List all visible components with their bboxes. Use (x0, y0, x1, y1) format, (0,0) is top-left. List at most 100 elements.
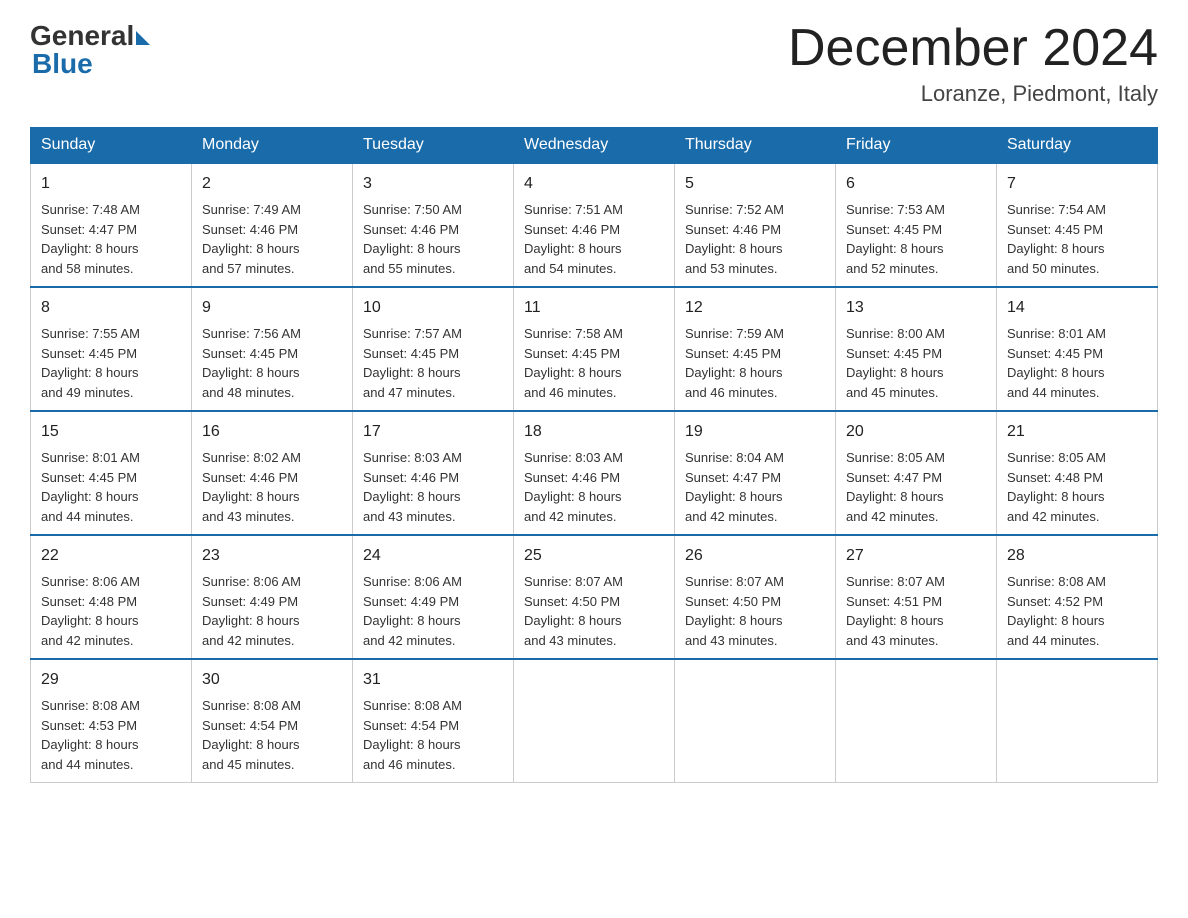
day-number: 28 (1007, 544, 1147, 568)
col-tuesday: Tuesday (353, 128, 514, 164)
day-number: 16 (202, 420, 342, 444)
col-monday: Monday (192, 128, 353, 164)
logo: General Blue (30, 20, 150, 80)
col-thursday: Thursday (675, 128, 836, 164)
day-info: Sunrise: 7:57 AM Sunset: 4:45 PM Dayligh… (363, 324, 503, 402)
day-number: 22 (41, 544, 181, 568)
day-info: Sunrise: 8:07 AM Sunset: 4:51 PM Dayligh… (846, 572, 986, 650)
day-info: Sunrise: 7:52 AM Sunset: 4:46 PM Dayligh… (685, 200, 825, 278)
table-row: 16 Sunrise: 8:02 AM Sunset: 4:46 PM Dayl… (192, 411, 353, 535)
table-row: 26 Sunrise: 8:07 AM Sunset: 4:50 PM Dayl… (675, 535, 836, 659)
table-row: 30 Sunrise: 8:08 AM Sunset: 4:54 PM Dayl… (192, 659, 353, 783)
day-info: Sunrise: 7:48 AM Sunset: 4:47 PM Dayligh… (41, 200, 181, 278)
calendar-week-row: 8 Sunrise: 7:55 AM Sunset: 4:45 PM Dayli… (31, 287, 1158, 411)
day-info: Sunrise: 7:54 AM Sunset: 4:45 PM Dayligh… (1007, 200, 1147, 278)
day-number: 15 (41, 420, 181, 444)
day-info: Sunrise: 8:08 AM Sunset: 4:54 PM Dayligh… (202, 696, 342, 774)
day-info: Sunrise: 8:04 AM Sunset: 4:47 PM Dayligh… (685, 448, 825, 526)
calendar-week-row: 15 Sunrise: 8:01 AM Sunset: 4:45 PM Dayl… (31, 411, 1158, 535)
table-row: 22 Sunrise: 8:06 AM Sunset: 4:48 PM Dayl… (31, 535, 192, 659)
day-info: Sunrise: 8:03 AM Sunset: 4:46 PM Dayligh… (524, 448, 664, 526)
day-number: 21 (1007, 420, 1147, 444)
day-number: 5 (685, 172, 825, 196)
day-info: Sunrise: 7:55 AM Sunset: 4:45 PM Dayligh… (41, 324, 181, 402)
table-row: 17 Sunrise: 8:03 AM Sunset: 4:46 PM Dayl… (353, 411, 514, 535)
table-row: 8 Sunrise: 7:55 AM Sunset: 4:45 PM Dayli… (31, 287, 192, 411)
day-number: 19 (685, 420, 825, 444)
table-row: 20 Sunrise: 8:05 AM Sunset: 4:47 PM Dayl… (836, 411, 997, 535)
table-row: 25 Sunrise: 8:07 AM Sunset: 4:50 PM Dayl… (514, 535, 675, 659)
day-number: 11 (524, 296, 664, 320)
day-number: 12 (685, 296, 825, 320)
day-number: 2 (202, 172, 342, 196)
table-row (836, 659, 997, 783)
day-info: Sunrise: 8:08 AM Sunset: 4:52 PM Dayligh… (1007, 572, 1147, 650)
table-row: 9 Sunrise: 7:56 AM Sunset: 4:45 PM Dayli… (192, 287, 353, 411)
day-number: 26 (685, 544, 825, 568)
table-row: 1 Sunrise: 7:48 AM Sunset: 4:47 PM Dayli… (31, 163, 192, 287)
table-row: 31 Sunrise: 8:08 AM Sunset: 4:54 PM Dayl… (353, 659, 514, 783)
col-friday: Friday (836, 128, 997, 164)
day-info: Sunrise: 8:08 AM Sunset: 4:54 PM Dayligh… (363, 696, 503, 774)
table-row: 11 Sunrise: 7:58 AM Sunset: 4:45 PM Dayl… (514, 287, 675, 411)
day-number: 1 (41, 172, 181, 196)
day-info: Sunrise: 8:02 AM Sunset: 4:46 PM Dayligh… (202, 448, 342, 526)
day-info: Sunrise: 7:50 AM Sunset: 4:46 PM Dayligh… (363, 200, 503, 278)
day-info: Sunrise: 7:49 AM Sunset: 4:46 PM Dayligh… (202, 200, 342, 278)
table-row (514, 659, 675, 783)
day-info: Sunrise: 8:01 AM Sunset: 4:45 PM Dayligh… (1007, 324, 1147, 402)
day-number: 29 (41, 668, 181, 692)
day-info: Sunrise: 8:03 AM Sunset: 4:46 PM Dayligh… (363, 448, 503, 526)
table-row: 12 Sunrise: 7:59 AM Sunset: 4:45 PM Dayl… (675, 287, 836, 411)
day-info: Sunrise: 8:06 AM Sunset: 4:48 PM Dayligh… (41, 572, 181, 650)
day-number: 14 (1007, 296, 1147, 320)
calendar-header-row: Sunday Monday Tuesday Wednesday Thursday… (31, 128, 1158, 164)
table-row: 7 Sunrise: 7:54 AM Sunset: 4:45 PM Dayli… (997, 163, 1158, 287)
day-info: Sunrise: 8:00 AM Sunset: 4:45 PM Dayligh… (846, 324, 986, 402)
table-row: 18 Sunrise: 8:03 AM Sunset: 4:46 PM Dayl… (514, 411, 675, 535)
day-number: 8 (41, 296, 181, 320)
title-block: December 2024 Loranze, Piedmont, Italy (788, 20, 1158, 107)
day-info: Sunrise: 8:05 AM Sunset: 4:47 PM Dayligh… (846, 448, 986, 526)
table-row: 28 Sunrise: 8:08 AM Sunset: 4:52 PM Dayl… (997, 535, 1158, 659)
day-info: Sunrise: 7:58 AM Sunset: 4:45 PM Dayligh… (524, 324, 664, 402)
logo-arrow-icon (136, 31, 150, 45)
calendar-week-row: 22 Sunrise: 8:06 AM Sunset: 4:48 PM Dayl… (31, 535, 1158, 659)
table-row: 24 Sunrise: 8:06 AM Sunset: 4:49 PM Dayl… (353, 535, 514, 659)
table-row: 2 Sunrise: 7:49 AM Sunset: 4:46 PM Dayli… (192, 163, 353, 287)
table-row: 3 Sunrise: 7:50 AM Sunset: 4:46 PM Dayli… (353, 163, 514, 287)
day-info: Sunrise: 7:59 AM Sunset: 4:45 PM Dayligh… (685, 324, 825, 402)
table-row: 14 Sunrise: 8:01 AM Sunset: 4:45 PM Dayl… (997, 287, 1158, 411)
day-number: 4 (524, 172, 664, 196)
col-wednesday: Wednesday (514, 128, 675, 164)
day-info: Sunrise: 8:06 AM Sunset: 4:49 PM Dayligh… (363, 572, 503, 650)
day-number: 13 (846, 296, 986, 320)
table-row: 19 Sunrise: 8:04 AM Sunset: 4:47 PM Dayl… (675, 411, 836, 535)
table-row (997, 659, 1158, 783)
day-number: 18 (524, 420, 664, 444)
col-sunday: Sunday (31, 128, 192, 164)
day-info: Sunrise: 8:01 AM Sunset: 4:45 PM Dayligh… (41, 448, 181, 526)
day-info: Sunrise: 8:06 AM Sunset: 4:49 PM Dayligh… (202, 572, 342, 650)
table-row: 15 Sunrise: 8:01 AM Sunset: 4:45 PM Dayl… (31, 411, 192, 535)
day-info: Sunrise: 8:08 AM Sunset: 4:53 PM Dayligh… (41, 696, 181, 774)
day-number: 3 (363, 172, 503, 196)
table-row: 23 Sunrise: 8:06 AM Sunset: 4:49 PM Dayl… (192, 535, 353, 659)
day-info: Sunrise: 7:53 AM Sunset: 4:45 PM Dayligh… (846, 200, 986, 278)
day-info: Sunrise: 8:07 AM Sunset: 4:50 PM Dayligh… (524, 572, 664, 650)
day-number: 7 (1007, 172, 1147, 196)
day-info: Sunrise: 8:05 AM Sunset: 4:48 PM Dayligh… (1007, 448, 1147, 526)
day-number: 23 (202, 544, 342, 568)
day-number: 24 (363, 544, 503, 568)
col-saturday: Saturday (997, 128, 1158, 164)
table-row: 4 Sunrise: 7:51 AM Sunset: 4:46 PM Dayli… (514, 163, 675, 287)
table-row: 27 Sunrise: 8:07 AM Sunset: 4:51 PM Dayl… (836, 535, 997, 659)
table-row: 6 Sunrise: 7:53 AM Sunset: 4:45 PM Dayli… (836, 163, 997, 287)
day-number: 30 (202, 668, 342, 692)
day-info: Sunrise: 8:07 AM Sunset: 4:50 PM Dayligh… (685, 572, 825, 650)
table-row: 5 Sunrise: 7:52 AM Sunset: 4:46 PM Dayli… (675, 163, 836, 287)
table-row: 29 Sunrise: 8:08 AM Sunset: 4:53 PM Dayl… (31, 659, 192, 783)
day-number: 27 (846, 544, 986, 568)
month-title: December 2024 (788, 20, 1158, 77)
table-row: 21 Sunrise: 8:05 AM Sunset: 4:48 PM Dayl… (997, 411, 1158, 535)
